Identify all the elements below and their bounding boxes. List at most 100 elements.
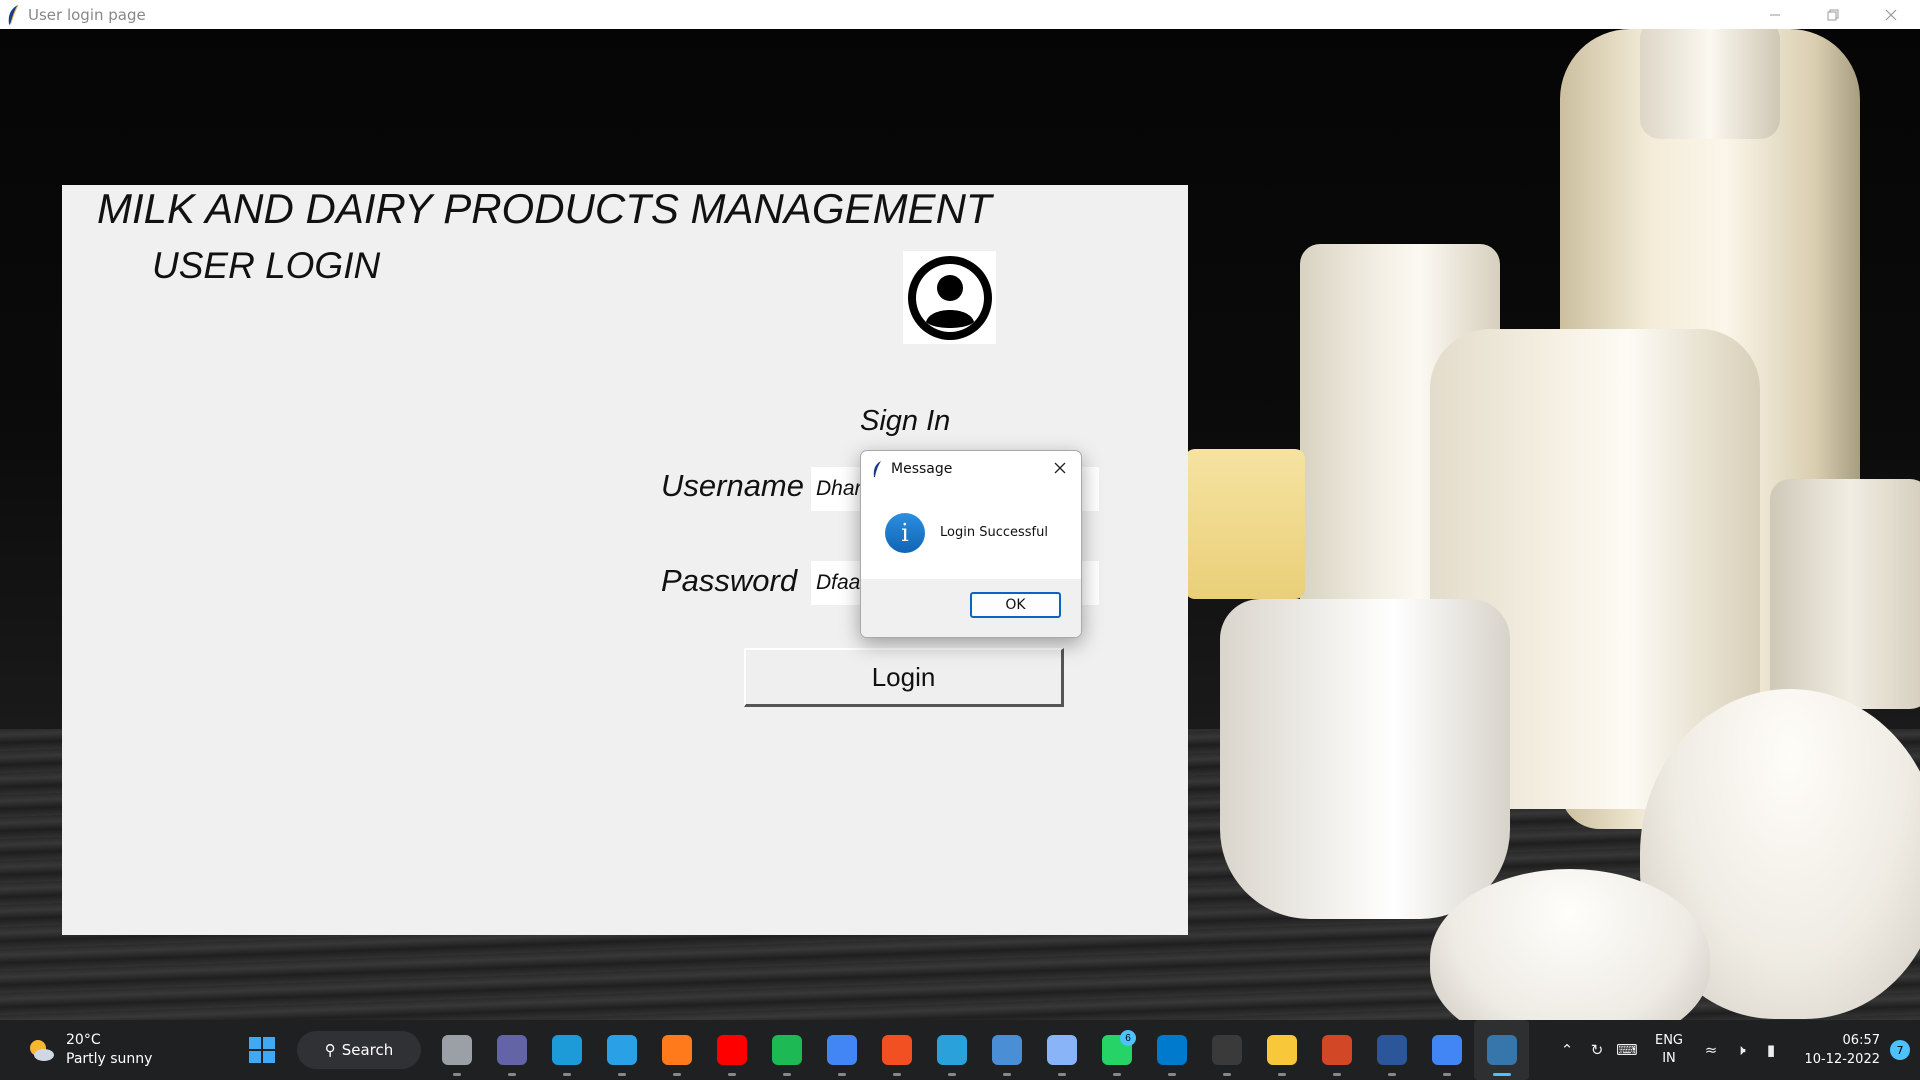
message-dialog: Message i Login Successful OK <box>860 450 1082 638</box>
taskbar-app-teams[interactable] <box>484 1020 539 1080</box>
taskbar-app-edge[interactable] <box>539 1020 594 1080</box>
firefox-icon <box>661 1035 692 1065</box>
login-subheading: USER LOGIN <box>152 245 381 286</box>
running-indicator <box>1167 1073 1176 1076</box>
start-button[interactable] <box>234 1020 289 1080</box>
bottle-neck <box>1640 29 1780 139</box>
sync-icon[interactable]: ↻ <box>1582 1020 1612 1080</box>
spotify-icon <box>771 1035 802 1065</box>
taskbar-app-task-view[interactable] <box>429 1020 484 1080</box>
powerpoint-icon <box>1321 1035 1352 1065</box>
weather-temp: 20°C <box>66 1032 101 1048</box>
dialog-close-button[interactable] <box>1051 459 1069 477</box>
notification-badge[interactable]: 7 <box>1890 1040 1910 1060</box>
feather-icon <box>873 461 881 477</box>
taskbar-app-store[interactable] <box>869 1020 924 1080</box>
taskbar-app-vscode[interactable] <box>1144 1020 1199 1080</box>
vscode-icon <box>1156 1035 1187 1065</box>
dialog-footer: OK <box>861 579 1081 637</box>
search-label: Search <box>341 1041 394 1059</box>
recycle-icon <box>1046 1035 1077 1065</box>
python-icon <box>1486 1035 1517 1065</box>
app-heading: MILK AND DAIRY PRODUCTS MANAGEMENT <box>97 185 992 232</box>
taskbar-app-chrome-profile[interactable] <box>1419 1020 1474 1080</box>
taskbar-search[interactable]: ⚲ Search <box>297 1031 421 1069</box>
weather-condition: Partly sunny <box>66 1051 153 1067</box>
close-icon <box>1054 462 1066 474</box>
keyboard-icon[interactable]: ⌨ <box>1612 1020 1642 1080</box>
search-icon: ⚲ <box>324 1041 336 1059</box>
user-avatar-icon <box>907 255 992 340</box>
cream-pitcher <box>1220 599 1510 919</box>
dialog-message: Login Successful <box>940 525 1048 540</box>
region-code: IN <box>1662 1051 1676 1066</box>
taskbar: 20°C Partly sunny ⚲ Search 6 ⌃ ↻ ⌨ ENG I… <box>0 1020 1920 1080</box>
avatar <box>903 251 996 344</box>
restore-button[interactable] <box>1804 0 1862 29</box>
taskbar-app-file-explorer[interactable] <box>1254 1020 1309 1080</box>
taskbar-app-notepad[interactable] <box>979 1020 1034 1080</box>
dialog-title: Message <box>891 461 953 477</box>
running-indicator <box>1387 1073 1396 1076</box>
running-indicator <box>1332 1073 1341 1076</box>
taskbar-app-recycle[interactable] <box>1034 1020 1089 1080</box>
login-button[interactable]: Login <box>744 648 1064 707</box>
weather-widget[interactable]: 20°C Partly sunny <box>26 1031 152 1069</box>
battery-icon[interactable]: ▮ <box>1756 1020 1786 1080</box>
running-indicator <box>1442 1073 1451 1076</box>
running-indicator <box>782 1073 791 1076</box>
taskbar-app-python[interactable] <box>1474 1020 1529 1080</box>
show-hidden-icons-icon[interactable]: ⌃ <box>1552 1020 1582 1080</box>
teams-icon <box>496 1035 527 1065</box>
minimize-button[interactable] <box>1746 0 1804 29</box>
ok-button[interactable]: OK <box>970 592 1061 618</box>
clock-date: 10-12-2022 <box>1804 1052 1880 1067</box>
taskbar-app-word[interactable] <box>1364 1020 1419 1080</box>
taskbar-app-spotify[interactable] <box>759 1020 814 1080</box>
close-button[interactable] <box>1862 0 1920 29</box>
taskbar-app-whatsapp[interactable]: 6 <box>1089 1020 1144 1080</box>
dialog-titlebar: Message <box>861 451 1081 487</box>
taskbar-app-help[interactable] <box>594 1020 649 1080</box>
windows-start-icon <box>248 1037 275 1063</box>
language-code: ENG <box>1654 1033 1683 1048</box>
edge-icon <box>551 1035 582 1065</box>
butter-block <box>1185 449 1305 599</box>
feather-icon <box>8 4 19 25</box>
running-indicator <box>837 1073 846 1076</box>
restore-icon <box>1827 9 1839 20</box>
taskbar-app-firefox[interactable] <box>649 1020 704 1080</box>
notepad-icon <box>991 1035 1022 1065</box>
window-title: User login page <box>28 5 146 24</box>
info-icon: i <box>885 512 925 553</box>
taskbar-app-terminal[interactable] <box>1199 1020 1254 1080</box>
running-indicator <box>727 1073 736 1076</box>
clock[interactable]: 06:57 10-12-2022 <box>1792 1031 1880 1069</box>
help-icon <box>606 1035 637 1065</box>
taskbar-app-powerpoint[interactable] <box>1309 1020 1364 1080</box>
taskbar-app-chrome[interactable] <box>814 1020 869 1080</box>
running-indicator <box>1057 1073 1066 1076</box>
wifi-icon[interactable]: ≈ <box>1696 1020 1726 1080</box>
sign-in-label: Sign In <box>860 405 951 437</box>
password-label: Password <box>661 563 798 598</box>
system-tray: ⌃ ↻ ⌨ ENG IN ≈ 🕨 ▮ 06:57 10-12-2022 7 <box>1552 1020 1920 1080</box>
file-explorer-icon <box>1266 1035 1297 1065</box>
running-indicator <box>617 1073 626 1076</box>
taskbar-app-youtube[interactable] <box>704 1020 759 1080</box>
running-indicator <box>1112 1073 1121 1076</box>
language-indicator[interactable]: ENG IN <box>1642 1032 1696 1068</box>
running-indicator <box>507 1073 516 1076</box>
running-indicator <box>1492 1073 1511 1076</box>
username-label: Username <box>661 468 804 503</box>
youtube-icon <box>716 1035 747 1065</box>
chrome-icon <box>826 1035 857 1065</box>
volume-icon[interactable]: 🕨 <box>1726 1020 1756 1080</box>
taskbar-app-telegram[interactable] <box>924 1020 979 1080</box>
running-indicator <box>1277 1073 1286 1076</box>
window-titlebar: User login page <box>0 0 1920 29</box>
running-indicator <box>892 1073 901 1076</box>
running-indicator <box>1222 1073 1231 1076</box>
word-icon <box>1376 1035 1407 1065</box>
clock-time: 06:57 <box>1842 1033 1880 1048</box>
